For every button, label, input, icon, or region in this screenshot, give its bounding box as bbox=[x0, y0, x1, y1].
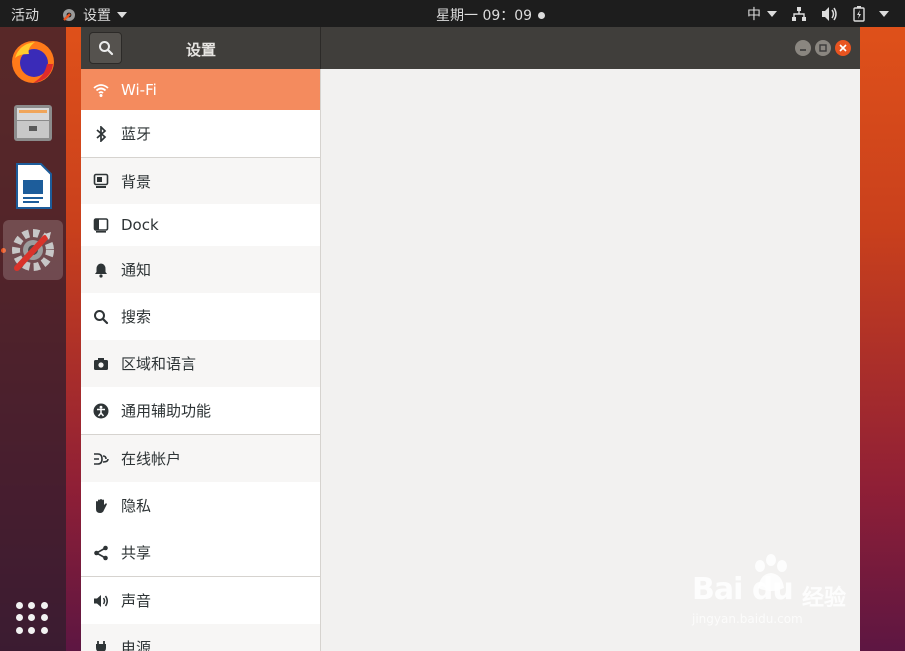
dock-icon bbox=[93, 217, 109, 233]
volume-icon bbox=[822, 7, 837, 21]
sidebar-item-label: 声音 bbox=[121, 592, 152, 610]
clock[interactable]: 星期一 09：09 bbox=[436, 5, 546, 25]
settings-sidebar: Wi-Fi 蓝牙 背景 Dock 通知 搜索 区域和语言 通用辅助功能 在线帐户… bbox=[81, 69, 321, 651]
sidebar-item-dock[interactable]: Dock bbox=[81, 204, 320, 246]
chevron-down-icon bbox=[117, 12, 127, 18]
minimize-icon bbox=[800, 49, 806, 51]
accessibility-icon bbox=[93, 403, 109, 419]
dock-item-settings[interactable] bbox=[3, 220, 63, 280]
sidebar-item-label: Wi-Fi bbox=[121, 80, 157, 99]
system-tray[interactable]: 中 bbox=[747, 4, 889, 24]
bluetooth-icon bbox=[93, 125, 109, 142]
sidebar-item-label: 背景 bbox=[121, 172, 152, 191]
files-icon bbox=[14, 105, 52, 141]
sidebar-item-wifi[interactable]: Wi-Fi bbox=[81, 69, 320, 110]
watermark-url: jingyan.baidu.com bbox=[692, 612, 803, 626]
hand-icon bbox=[93, 498, 109, 514]
libreoffice-writer-icon bbox=[16, 163, 52, 209]
search-icon bbox=[98, 41, 113, 56]
watermark-brand: Bai du bbox=[692, 572, 794, 607]
online-accounts-icon bbox=[93, 451, 109, 467]
titlebar-sidebar-section: 设置 bbox=[81, 27, 321, 69]
sidebar-item-label: 隐私 bbox=[121, 497, 152, 515]
bell-icon bbox=[93, 262, 109, 278]
system-settings-icon bbox=[12, 229, 54, 271]
sidebar-item-label: 区域和语言 bbox=[121, 355, 197, 373]
notification-dot bbox=[538, 11, 546, 19]
search-icon bbox=[93, 309, 109, 325]
minimize-button[interactable] bbox=[795, 40, 811, 56]
sidebar-item-privacy[interactable]: 隐私 bbox=[81, 482, 320, 529]
dock-item-writer[interactable] bbox=[3, 156, 63, 216]
sidebar-item-bluetooth[interactable]: 蓝牙 bbox=[81, 110, 320, 157]
dock bbox=[0, 27, 66, 651]
wifi-icon bbox=[93, 82, 109, 98]
sidebar-item-sound[interactable]: 声音 bbox=[81, 577, 320, 624]
activities-button[interactable]: 活动 bbox=[11, 5, 39, 25]
sidebar-item-label: 共享 bbox=[121, 544, 152, 562]
dock-item-firefox[interactable] bbox=[3, 32, 63, 92]
sidebar-item-region-language[interactable]: 区域和语言 bbox=[81, 340, 320, 387]
sidebar-item-online-accounts[interactable]: 在线帐户 bbox=[81, 435, 320, 482]
dock-item-files[interactable] bbox=[3, 93, 63, 153]
sidebar-item-background[interactable]: 背景 bbox=[81, 158, 320, 204]
window-titlebar[interactable]: 设置 bbox=[81, 27, 860, 69]
top-bar: 活动 设置 星期一 09：09 中 bbox=[0, 0, 905, 27]
background-icon bbox=[93, 173, 109, 189]
sidebar-item-label: 通用辅助功能 bbox=[121, 402, 212, 420]
sidebar-item-label: 蓝牙 bbox=[121, 125, 152, 143]
sidebar-item-accessibility[interactable]: 通用辅助功能 bbox=[81, 387, 320, 434]
sidebar-item-label: Dock bbox=[121, 216, 159, 234]
camera-icon bbox=[93, 356, 109, 372]
sidebar-item-notifications[interactable]: 通知 bbox=[81, 246, 320, 293]
watermark-right: 经验 bbox=[802, 586, 847, 611]
input-method-menu[interactable]: 中 bbox=[747, 4, 777, 24]
close-icon bbox=[839, 44, 847, 52]
chevron-down-icon bbox=[879, 11, 889, 17]
settings-gear-icon bbox=[63, 9, 75, 21]
show-applications-button[interactable] bbox=[16, 602, 48, 634]
network-icon bbox=[792, 7, 806, 21]
share-icon bbox=[93, 545, 109, 561]
baidu-jingyan-watermark: Bai du 经验 jingyan.baidu.com bbox=[692, 554, 857, 632]
maximize-button[interactable] bbox=[815, 40, 831, 56]
maximize-icon bbox=[819, 44, 827, 52]
sidebar-item-label: 搜索 bbox=[121, 308, 152, 326]
battery-icon bbox=[853, 6, 865, 22]
input-method-label: 中 bbox=[747, 7, 761, 23]
app-menu[interactable]: 设置 bbox=[61, 5, 127, 25]
window-title: 设置 bbox=[186, 41, 217, 59]
sidebar-item-sharing[interactable]: 共享 bbox=[81, 529, 320, 576]
sidebar-item-power[interactable]: 电源 bbox=[81, 624, 320, 651]
close-button[interactable] bbox=[835, 40, 851, 56]
speaker-icon bbox=[93, 593, 109, 609]
firefox-icon bbox=[12, 41, 54, 83]
search-button[interactable] bbox=[89, 32, 122, 64]
sidebar-item-label: 通知 bbox=[121, 261, 152, 279]
clock-label: 星期一 09：09 bbox=[436, 8, 533, 24]
chevron-down-icon bbox=[767, 11, 777, 17]
app-menu-label: 设置 bbox=[83, 8, 111, 24]
window-controls bbox=[795, 40, 851, 56]
sidebar-item-label: 电源 bbox=[121, 639, 152, 651]
sidebar-item-search[interactable]: 搜索 bbox=[81, 293, 320, 340]
power-icon bbox=[93, 640, 109, 651]
sidebar-item-label: 在线帐户 bbox=[121, 450, 182, 468]
